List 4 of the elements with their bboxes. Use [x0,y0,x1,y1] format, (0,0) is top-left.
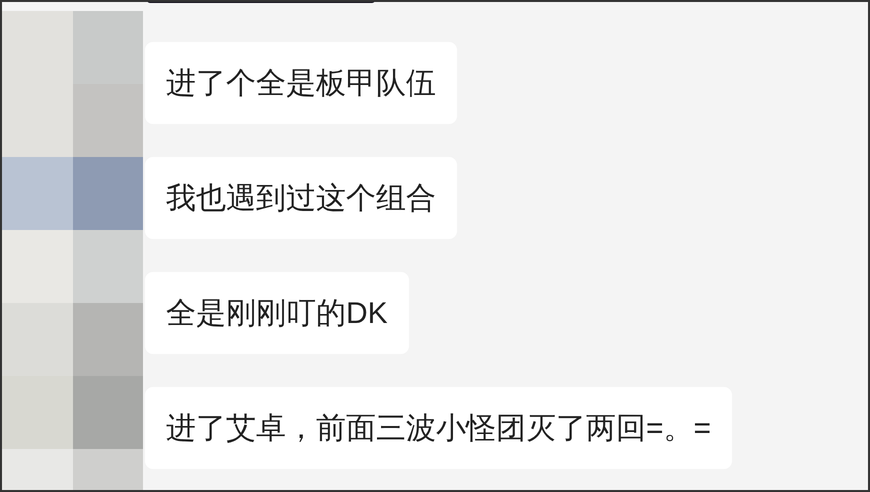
message-bubble: 我也遇到过这个组合 [145,157,457,239]
message-bubble: 进了艾卓，前面三波小怪团灭了两回=。= [145,387,732,469]
message-bubble: 全是刚刚叮的DK [145,272,409,354]
message-bubble: 进了个全是板甲队伍 [145,42,457,124]
